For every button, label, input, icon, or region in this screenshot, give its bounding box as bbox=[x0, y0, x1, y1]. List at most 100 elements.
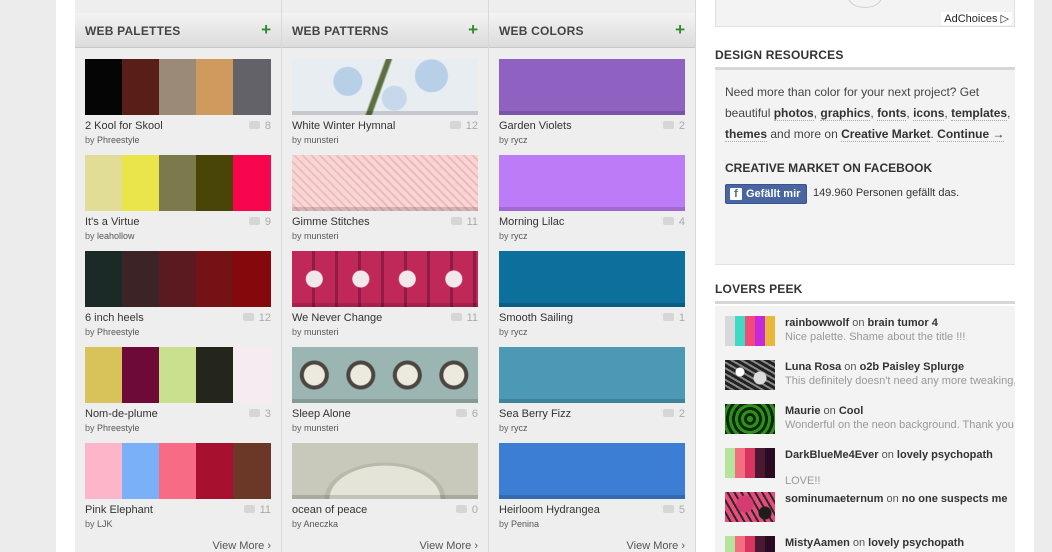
lover-thumbnail[interactable] bbox=[725, 404, 775, 434]
column-title: WEB PALETTES bbox=[85, 24, 181, 38]
item-swatch[interactable] bbox=[292, 59, 478, 115]
author-link[interactable]: leahollow bbox=[97, 231, 135, 241]
item-swatch[interactable] bbox=[292, 347, 478, 403]
item-title-link[interactable]: White Winter Hymnal bbox=[292, 120, 395, 132]
lover-user-link[interactable]: Luna Rosa bbox=[785, 361, 841, 373]
lover-thumbnail[interactable] bbox=[725, 448, 775, 478]
comment-count[interactable]: 11 bbox=[243, 504, 271, 516]
item-title-link[interactable]: 2 Kool for Skool bbox=[85, 120, 163, 132]
resource-link-photos[interactable]: photos bbox=[773, 106, 814, 121]
item-title-link[interactable]: Nom-de-plume bbox=[85, 408, 158, 420]
author-link[interactable]: Phreestyle bbox=[97, 327, 140, 337]
comment-count[interactable]: 1 bbox=[662, 312, 685, 324]
author-link[interactable]: Phreestyle bbox=[97, 135, 140, 145]
lover-user-link[interactable]: MistyAamen bbox=[785, 537, 850, 549]
author-link[interactable]: munsteri bbox=[304, 327, 339, 337]
comment-count[interactable]: 3 bbox=[248, 408, 271, 420]
item-swatch[interactable] bbox=[499, 251, 685, 307]
resource-link-themes[interactable]: themes bbox=[725, 127, 768, 142]
item-swatch[interactable] bbox=[292, 443, 478, 499]
add-colors-button[interactable]: + bbox=[675, 20, 685, 40]
lover-target-link[interactable]: o2b Paisley Splurge bbox=[860, 361, 965, 373]
author-link[interactable]: rycz bbox=[511, 423, 528, 433]
lover-thumbnail[interactable] bbox=[725, 536, 775, 552]
facebook-like-button[interactable]: f Gefällt mir bbox=[725, 184, 808, 204]
author-link[interactable]: Phreestyle bbox=[97, 423, 140, 433]
item-title-link[interactable]: Pink Elephant bbox=[85, 504, 153, 516]
item-title-link[interactable]: Sleep Alone bbox=[292, 408, 351, 420]
item-title-link[interactable]: We Never Change bbox=[292, 312, 382, 324]
item-title-link[interactable]: Heirloom Hydrangea bbox=[499, 504, 600, 516]
lover-target-link[interactable]: brain tumor 4 bbox=[868, 317, 938, 329]
adchoices-link[interactable]: AdChoices ▷ bbox=[941, 12, 1012, 25]
resource-link-fonts[interactable]: fonts bbox=[877, 106, 907, 121]
by-label: by bbox=[499, 327, 512, 337]
add-patterns-button[interactable]: + bbox=[468, 20, 478, 40]
ad-banner[interactable]: AdChoices ▷ bbox=[715, 0, 1015, 27]
item-swatch[interactable] bbox=[292, 251, 478, 307]
author-link[interactable]: munsteri bbox=[304, 423, 339, 433]
item-swatch[interactable] bbox=[292, 155, 478, 211]
resource-link-templates[interactable]: templates bbox=[951, 106, 1008, 121]
item-swatch[interactable] bbox=[85, 443, 271, 499]
lover-target-link[interactable]: no one suspects me bbox=[902, 493, 1008, 505]
item-title-link[interactable]: It's a Virtue bbox=[85, 216, 139, 228]
lover-user-link[interactable]: DarkBlueMe4Ever bbox=[785, 449, 879, 461]
author-link[interactable]: rycz bbox=[511, 327, 528, 337]
item-title-link[interactable]: Smooth Sailing bbox=[499, 312, 573, 324]
lover-thumbnail[interactable] bbox=[725, 492, 775, 522]
comment-count[interactable]: 2 bbox=[662, 408, 685, 420]
item-swatch[interactable] bbox=[85, 251, 271, 307]
comment-count[interactable]: 5 bbox=[662, 504, 685, 516]
resource-link-icons[interactable]: icons bbox=[913, 106, 945, 121]
comment-count[interactable]: 12 bbox=[242, 312, 271, 324]
comment-count[interactable]: 8 bbox=[248, 120, 271, 132]
lover-thumbnail[interactable] bbox=[725, 316, 775, 346]
view-more-link[interactable]: View More › bbox=[627, 540, 685, 552]
item-swatch[interactable] bbox=[85, 59, 271, 115]
item-title-link[interactable]: ocean of peace bbox=[292, 504, 367, 516]
lover-target-link[interactable]: Cool bbox=[839, 405, 863, 417]
comment-count[interactable]: 2 bbox=[662, 120, 685, 132]
comment-count[interactable]: 6 bbox=[455, 408, 478, 420]
item-title-link[interactable]: Morning Lilac bbox=[499, 216, 564, 228]
item-title-link[interactable]: 6 inch heels bbox=[85, 312, 144, 324]
author-link[interactable]: rycz bbox=[511, 135, 528, 145]
lover-user-link[interactable]: Maurie bbox=[785, 405, 820, 417]
comment-count[interactable]: 9 bbox=[248, 216, 271, 228]
lover-target-link[interactable]: lovely psychopath bbox=[897, 449, 993, 461]
comment-count[interactable]: 11 bbox=[450, 216, 478, 228]
item-swatch[interactable] bbox=[499, 443, 685, 499]
item-title-link[interactable]: Sea Berry Fizz bbox=[499, 408, 571, 420]
item-swatch[interactable] bbox=[85, 155, 271, 211]
author-link[interactable]: Aneczka bbox=[304, 519, 339, 529]
comment-count[interactable]: 11 bbox=[450, 312, 478, 324]
view-more-link[interactable]: View More › bbox=[420, 540, 478, 552]
item-swatch[interactable] bbox=[85, 347, 271, 403]
item-swatch[interactable] bbox=[499, 155, 685, 211]
comment-count-value: 3 bbox=[264, 408, 271, 420]
continue-link[interactable]: Continue → bbox=[937, 127, 1005, 142]
view-more-link[interactable]: View More › bbox=[213, 540, 271, 552]
lover-user-link[interactable]: rainbowwolf bbox=[785, 317, 849, 329]
author-link[interactable]: munsteri bbox=[304, 231, 339, 241]
comment-count[interactable]: 12 bbox=[449, 120, 478, 132]
author-link[interactable]: munsteri bbox=[304, 135, 339, 145]
lover-thumbnail[interactable] bbox=[725, 360, 775, 390]
creative-market-link[interactable]: Creative Market bbox=[841, 127, 931, 142]
item-title-link[interactable]: Garden Violets bbox=[499, 120, 572, 132]
author-link[interactable]: rycz bbox=[511, 231, 528, 241]
author-link[interactable]: Penina bbox=[511, 519, 539, 529]
lover-target-link[interactable]: lovely psychopath bbox=[868, 537, 964, 549]
author-link[interactable]: LJK bbox=[97, 519, 113, 529]
comment-count[interactable]: 4 bbox=[662, 216, 685, 228]
lover-user-link[interactable]: sominumaeternum bbox=[785, 493, 883, 505]
item-title-link[interactable]: Gimme Stitches bbox=[292, 216, 370, 228]
item-swatch[interactable] bbox=[499, 59, 685, 115]
column-title: WEB COLORS bbox=[499, 24, 584, 38]
add-palettes-button[interactable]: + bbox=[261, 20, 271, 40]
comment-count[interactable]: 0 bbox=[455, 504, 478, 516]
color-fill bbox=[499, 443, 685, 499]
item-swatch[interactable] bbox=[499, 347, 685, 403]
resource-link-graphics[interactable]: graphics bbox=[820, 106, 871, 121]
